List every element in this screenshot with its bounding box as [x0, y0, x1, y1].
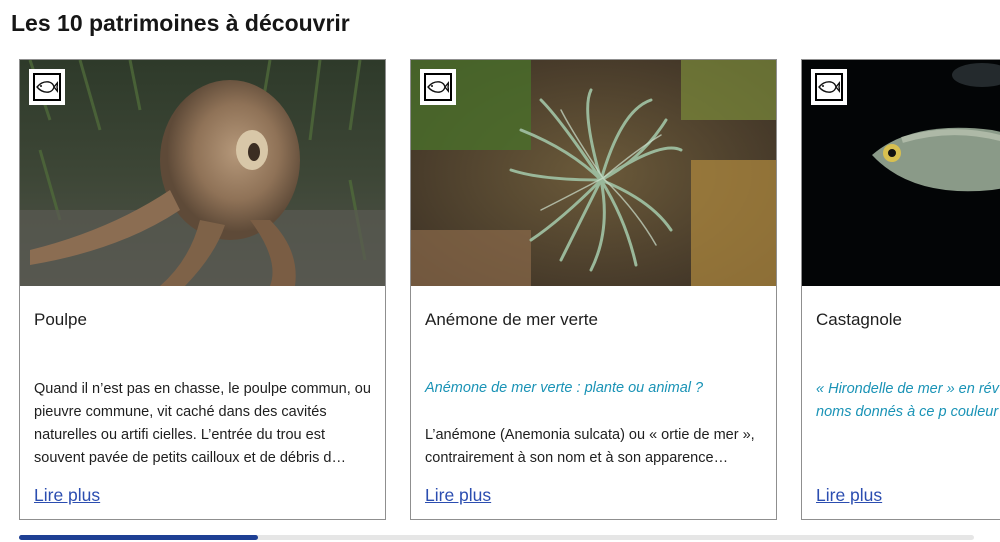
read-more-link[interactable]: Lire plus [34, 485, 100, 506]
card-poulpe[interactable]: Poulpe Quand il n’est pas en chasse, le … [19, 59, 386, 520]
card-image-poulpe [20, 60, 385, 286]
card-anemone[interactable]: Anémone de mer verte Anémone de mer vert… [410, 59, 777, 520]
card-subtitle: Anémone de mer verte : plante ou animal … [425, 380, 704, 396]
card-castagnole[interactable]: Castagnole « Hirondelle de mer » en rév … [801, 59, 1000, 520]
card-title: Anémone de mer verte [425, 310, 598, 329]
card-title: Castagnole [816, 310, 903, 329]
card-image-anemone [411, 60, 776, 286]
card-description: Quand il n’est pas en chasse, le poulpe … [34, 381, 371, 466]
card-image-castagnole [802, 60, 1000, 286]
card-description: L’anémone (Anemonia sulcata) ou « ortie … [425, 427, 755, 466]
anemone-photo [411, 60, 776, 286]
fish-icon [811, 69, 847, 105]
carousel-progress-track[interactable] [19, 535, 974, 540]
octopus-photo [20, 60, 385, 286]
card-title: Poulpe [34, 310, 87, 329]
card-description: « Hirondelle de mer » en rév caudale en … [816, 381, 1000, 420]
patrimoine-carousel[interactable]: Poulpe Quand il n’est pas en chasse, le … [19, 59, 1000, 522]
read-more-link[interactable]: Lire plus [425, 485, 491, 506]
read-more-link[interactable]: Lire plus [816, 485, 882, 506]
section-title: Les 10 patrimoines à découvrir [11, 10, 350, 36]
fish-icon [29, 69, 65, 105]
fish-icon [420, 69, 456, 105]
carousel-progress-fill [19, 535, 258, 540]
